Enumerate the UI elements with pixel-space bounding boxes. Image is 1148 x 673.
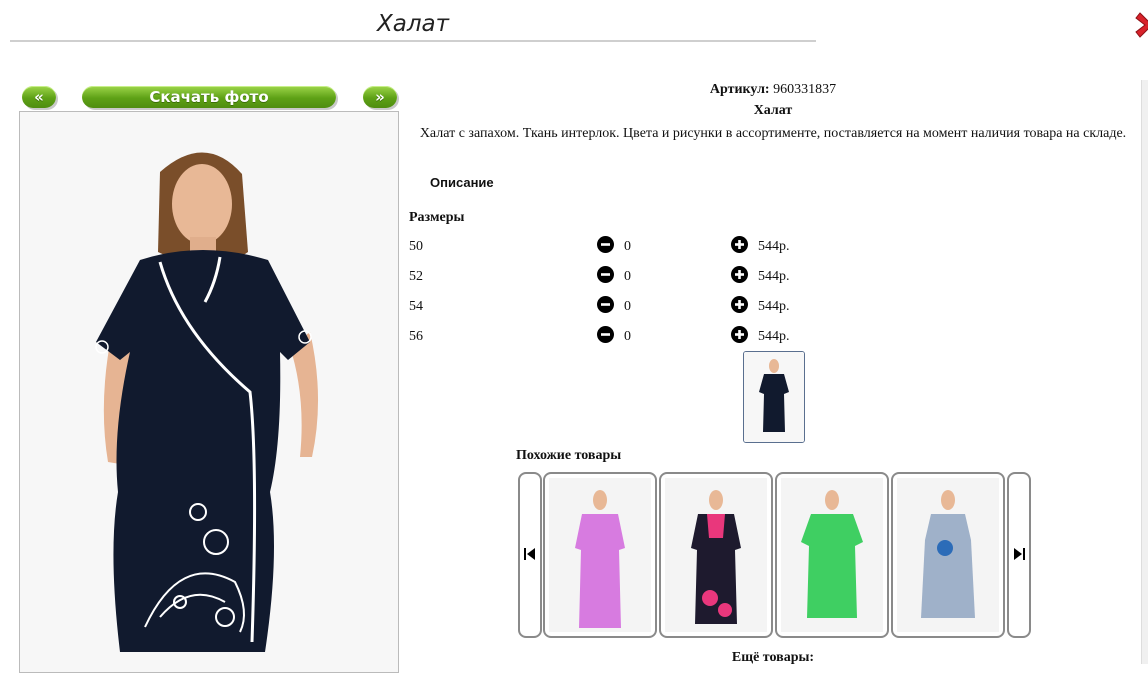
download-photo-button[interactable]: Скачать фото <box>82 86 336 108</box>
size-label: 52 <box>409 269 423 284</box>
similar-product-card[interactable] <box>775 472 889 638</box>
article-label: Артикул: <box>709 82 770 97</box>
size-price: 544р. <box>758 329 790 344</box>
article-value: 960331837 <box>773 82 837 97</box>
photo-thumbnail[interactable] <box>743 351 805 443</box>
size-row: 54 0 544р. <box>409 296 829 320</box>
size-label: 54 <box>409 299 423 314</box>
close-icon[interactable] <box>1134 8 1148 42</box>
product-description: Халат с запахом. Ткань интерлок. Цвета и… <box>419 126 1127 141</box>
size-row: 52 0 544р. <box>409 266 829 290</box>
next-photo-button[interactable]: » <box>363 86 397 108</box>
vertical-scrollbar[interactable] <box>1141 80 1148 664</box>
quantity-value: 0 <box>624 239 631 254</box>
sizes-heading: Размеры <box>409 210 465 225</box>
similar-product-card[interactable] <box>543 472 657 638</box>
similar-product-card[interactable] <box>891 472 1005 638</box>
increase-quantity-icon[interactable] <box>731 266 748 283</box>
decrease-quantity-icon[interactable] <box>597 296 614 313</box>
size-price: 544р. <box>758 269 790 284</box>
size-label: 50 <box>409 239 423 254</box>
description-tab[interactable]: Описание <box>430 175 494 190</box>
size-price: 544р. <box>758 239 790 254</box>
product-image <box>665 478 767 632</box>
size-label: 56 <box>409 329 423 344</box>
product-name: Халат <box>753 103 793 118</box>
size-row: 50 0 544р. <box>409 236 829 260</box>
carousel-prev-button[interactable] <box>518 472 542 638</box>
product-image <box>549 478 651 632</box>
quantity-value: 0 <box>624 299 631 314</box>
product-image <box>897 478 999 632</box>
skip-forward-icon <box>1014 548 1025 560</box>
quantity-value: 0 <box>624 269 631 284</box>
size-price: 544р. <box>758 299 790 314</box>
similar-product-card[interactable] <box>659 472 773 638</box>
decrease-quantity-icon[interactable] <box>597 236 614 253</box>
increase-quantity-icon[interactable] <box>731 296 748 313</box>
increase-quantity-icon[interactable] <box>731 326 748 343</box>
decrease-quantity-icon[interactable] <box>597 326 614 343</box>
increase-quantity-icon[interactable] <box>731 236 748 253</box>
prev-photo-button[interactable]: « <box>22 86 56 108</box>
skip-back-icon <box>524 548 535 560</box>
decrease-quantity-icon[interactable] <box>597 266 614 283</box>
similar-products-heading: Похожие товары <box>516 448 622 463</box>
product-image <box>781 478 883 632</box>
main-product-photo[interactable] <box>19 111 399 673</box>
article-line: Артикул: 960331837 <box>400 82 1146 98</box>
quantity-value: 0 <box>624 329 631 344</box>
page-title: Халат <box>10 8 816 42</box>
size-row: 56 0 544р. <box>409 326 829 350</box>
carousel-next-button[interactable] <box>1007 472 1031 638</box>
